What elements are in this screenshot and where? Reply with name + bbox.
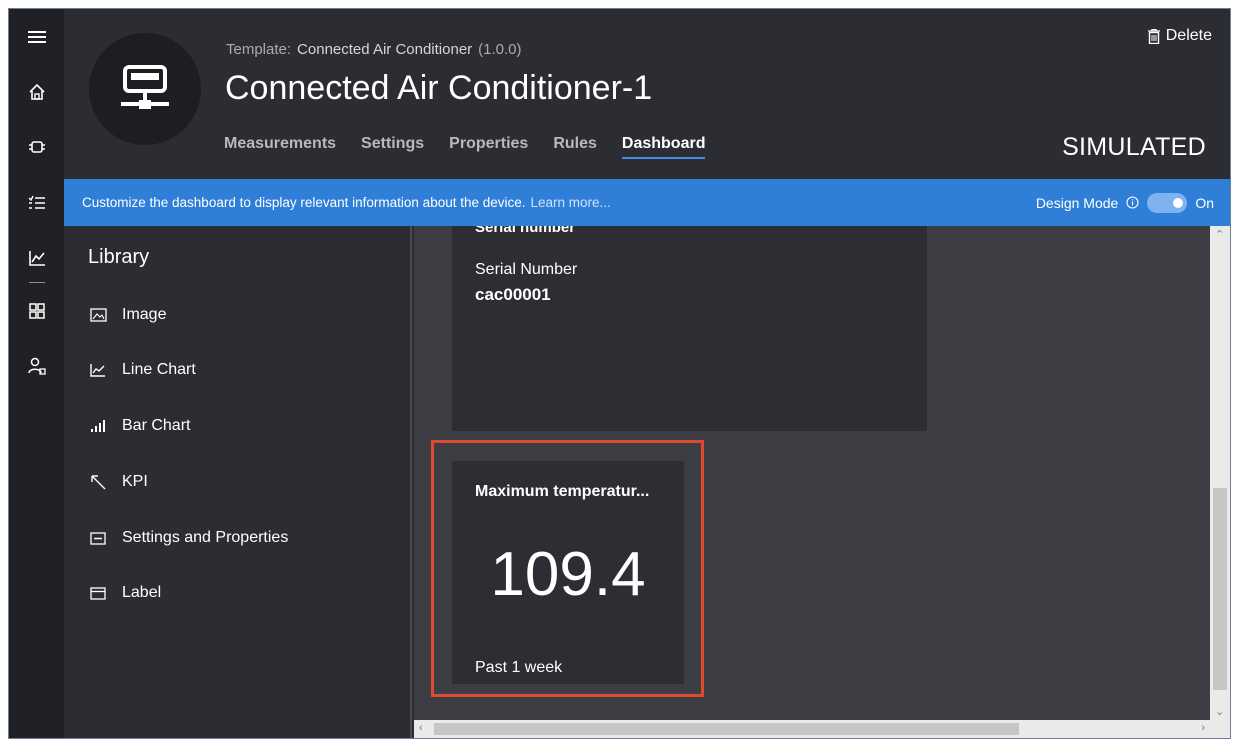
analytics-icon[interactable] xyxy=(9,238,64,278)
simulated-status: SIMULATED xyxy=(1062,133,1206,161)
library-panel: Library Image Line Chart Bar Chart KPI S… xyxy=(64,226,412,738)
nav-rail xyxy=(9,9,64,738)
image-icon xyxy=(88,305,108,325)
library-item-kpi[interactable]: KPI xyxy=(88,467,148,497)
property-label: Serial Number xyxy=(475,261,578,278)
design-mode-toggle[interactable] xyxy=(1147,192,1188,213)
settings-properties-icon xyxy=(88,528,108,548)
template-version: (1.0.0) xyxy=(478,41,522,58)
scroll-left-icon[interactable]: ‹ xyxy=(419,722,423,734)
library-item-label: Image xyxy=(122,306,167,323)
label-icon xyxy=(88,583,108,603)
design-mode-control: Design Mode On xyxy=(1036,179,1214,226)
library-item-label: Label xyxy=(122,584,162,601)
library-item-bar-chart[interactable]: Bar Chart xyxy=(88,411,190,441)
rules-list-icon[interactable] xyxy=(9,183,64,223)
kpi-arrow-icon xyxy=(88,472,108,492)
tab-bar: Measurements Settings Properties Rules D… xyxy=(224,135,730,159)
hamburger-menu-icon[interactable] xyxy=(9,17,64,57)
library-item-label: Bar Chart xyxy=(122,417,191,434)
dashboard-canvas[interactable]: Serial number Serial Number cac00001 Max… xyxy=(414,226,1210,720)
app-window: Template: Connected Air Conditioner (1.0.0… xyxy=(8,8,1231,739)
library-item-line-chart[interactable]: Line Chart xyxy=(88,355,196,385)
horizontal-scroll-thumb[interactable] xyxy=(434,723,1019,735)
device-template-icon xyxy=(121,65,169,109)
kpi-tile[interactable]: Maximum temperatur... 109.4 Past 1 week xyxy=(452,461,684,684)
kpi-title: Maximum temperatur... xyxy=(475,483,650,500)
rail-divider xyxy=(29,282,45,283)
banner-text: Customize the dashboard to display relev… xyxy=(82,195,526,210)
design-mode-banner: Customize the dashboard to display relev… xyxy=(64,179,1230,226)
horizontal-scrollbar[interactable]: ‹ › xyxy=(414,720,1230,738)
vertical-scroll-thumb[interactable] xyxy=(1213,488,1227,690)
property-value: cac00001 xyxy=(475,285,551,304)
library-title: Library xyxy=(88,246,150,268)
dashboard-grid-icon[interactable] xyxy=(9,291,64,331)
library-item-image[interactable]: Image xyxy=(88,300,166,330)
toggle-knob xyxy=(1173,197,1184,208)
device-header: Template: Connected Air Conditioner (1.0.0… xyxy=(64,9,1230,179)
scroll-right-icon[interactable]: › xyxy=(1201,722,1205,734)
delete-label: Delete xyxy=(1165,27,1212,44)
learn-more-link[interactable]: Learn more... xyxy=(531,195,611,210)
vertical-scrollbar[interactable]: ⌃ ⌄ xyxy=(1210,226,1230,720)
template-line: Template: Connected Air Conditioner (1.0.0… xyxy=(226,41,522,58)
tab-rules[interactable]: Rules xyxy=(553,135,597,159)
line-chart-icon xyxy=(88,360,108,380)
tile-title: Serial number xyxy=(475,226,576,236)
template-label: Template: xyxy=(226,41,292,58)
admin-user-icon[interactable] xyxy=(9,346,64,386)
tab-settings[interactable]: Settings xyxy=(361,135,424,159)
library-item-label: Line Chart xyxy=(122,361,196,378)
toggle-state: On xyxy=(1195,194,1214,211)
page-title: Connected Air Conditioner-1 xyxy=(225,69,653,107)
tab-dashboard[interactable]: Dashboard xyxy=(621,135,706,159)
design-mode-label: Design Mode xyxy=(1035,194,1119,211)
info-icon[interactable] xyxy=(1126,196,1139,209)
scroll-down-icon[interactable]: ⌄ xyxy=(1215,705,1224,718)
kpi-timeframe: Past 1 week xyxy=(475,659,563,676)
scroll-up-icon[interactable]: ⌃ xyxy=(1215,228,1224,241)
serial-number-tile[interactable]: Serial number Serial Number cac00001 xyxy=(452,226,927,431)
tab-properties[interactable]: Properties xyxy=(449,135,528,159)
kpi-value: 109.4 xyxy=(490,540,646,609)
delete-button[interactable]: Delete xyxy=(1147,27,1212,45)
home-icon[interactable] xyxy=(9,72,64,112)
library-item-label: Settings and Properties xyxy=(122,529,289,546)
library-item-label: KPI xyxy=(122,473,148,490)
tab-measurements[interactable]: Measurements xyxy=(224,135,336,159)
bar-chart-icon xyxy=(88,416,108,436)
library-item-settings-properties[interactable]: Settings and Properties xyxy=(88,523,288,553)
library-item-label-widget[interactable]: Label xyxy=(88,578,161,608)
device-icon[interactable] xyxy=(9,127,64,167)
trash-icon xyxy=(1147,28,1160,44)
template-name[interactable]: Connected Air Conditioner xyxy=(297,41,472,58)
device-avatar xyxy=(89,33,201,145)
